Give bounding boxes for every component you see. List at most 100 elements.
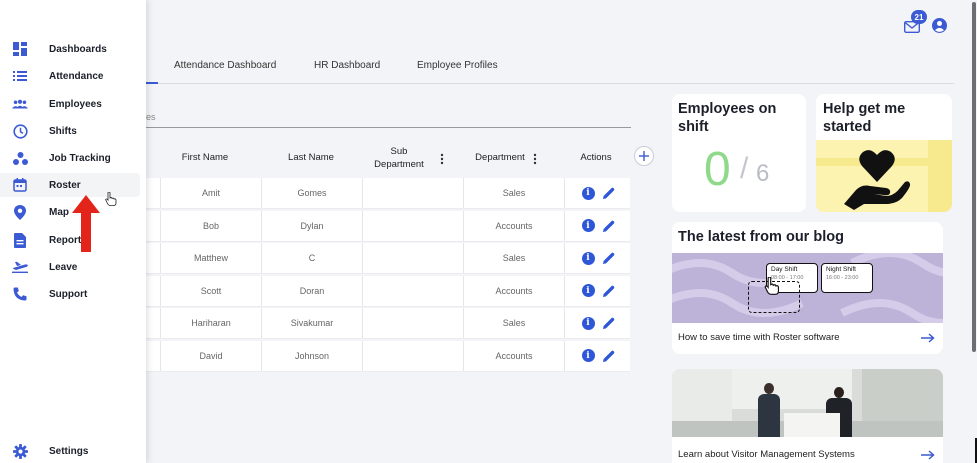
sub-department-cell bbox=[362, 340, 463, 371]
help-get-started-card[interactable]: Help get me started bbox=[816, 94, 952, 212]
info-icon[interactable]: i bbox=[581, 284, 595, 297]
sidebar-item-dashboards[interactable]: Dashboards bbox=[0, 37, 140, 61]
info-icon[interactable]: i bbox=[581, 349, 595, 362]
last-name-cell: Sivakumar bbox=[261, 308, 362, 338]
actions-cell: i bbox=[564, 243, 631, 273]
table-row[interactable]: David Johnson Accounts i bbox=[146, 340, 630, 372]
department-cell: Sales bbox=[463, 178, 564, 208]
heart-in-hand-icon bbox=[844, 150, 911, 210]
total-employees: 6 bbox=[756, 160, 770, 187]
sidebar-item-report[interactable]: Report bbox=[0, 228, 140, 252]
calendar-icon bbox=[12, 177, 28, 193]
info-icon[interactable]: i bbox=[581, 219, 595, 232]
employees-on-shift-title: Employees on shift bbox=[678, 101, 777, 135]
table-row[interactable]: Hariharan Sivakumar Sales i bbox=[146, 308, 630, 339]
blog-post-2-caption[interactable]: Learn about Visitor Management Systems bbox=[678, 449, 855, 460]
department-menu-icon[interactable] bbox=[533, 152, 537, 165]
help-card-title: Help get me started bbox=[823, 101, 906, 135]
scrollbar-track[interactable] bbox=[971, 0, 977, 463]
clock-icon bbox=[12, 123, 28, 139]
edit-pencil-icon[interactable] bbox=[602, 220, 615, 232]
edit-pencil-icon[interactable] bbox=[602, 252, 615, 264]
first-name-cell: Amit bbox=[160, 178, 261, 208]
column-header-sub-department[interactable]: Sub Department bbox=[366, 145, 432, 171]
day-shift-label: Day Shift bbox=[771, 266, 798, 273]
blog-card: The latest from our blog Day Shift 08:00… bbox=[672, 222, 943, 354]
blog-post-1-caption[interactable]: How to save time with Roster software bbox=[678, 332, 840, 343]
sub-department-cell bbox=[362, 210, 463, 241]
info-icon[interactable]: i bbox=[581, 251, 595, 265]
edit-pencil-icon[interactable] bbox=[602, 187, 615, 199]
blog-card-title: The latest from our blog bbox=[678, 229, 844, 245]
info-icon[interactable]: i bbox=[581, 316, 595, 330]
table-row[interactable]: Amit Gomes Sales i bbox=[146, 178, 630, 209]
sidebar-item-attendance[interactable]: Attendance bbox=[0, 64, 140, 88]
drag-hand-icon bbox=[764, 277, 780, 295]
sidebar-item-map[interactable]: Map bbox=[0, 200, 140, 224]
night-shift-label: Night Shift bbox=[826, 266, 856, 273]
user-account-icon[interactable] bbox=[932, 18, 947, 33]
blog-post-1-image[interactable]: Day Shift 08:00 - 17:00 Night Shift 16:0… bbox=[672, 253, 943, 323]
tab-employee-profiles[interactable]: Employee Profiles bbox=[417, 60, 498, 71]
add-column-button[interactable] bbox=[634, 146, 654, 166]
blog-post-2-card[interactable]: Learn about Visitor Management Systems bbox=[672, 369, 943, 463]
settings-label: Settings bbox=[49, 445, 89, 457]
column-header-first-name[interactable]: First Name bbox=[160, 152, 250, 163]
sub-department-cell bbox=[362, 243, 463, 273]
department-cell: Sales bbox=[463, 243, 564, 273]
arrow-right-icon[interactable] bbox=[921, 450, 935, 460]
table-row[interactable]: Matthew C Sales i bbox=[146, 243, 630, 274]
department-cell: Accounts bbox=[463, 210, 564, 241]
department-cell: Sales bbox=[463, 308, 564, 338]
arrow-right-icon[interactable] bbox=[921, 333, 935, 343]
sidebar-item-label: Leave bbox=[49, 261, 78, 273]
last-name-cell: Johnson bbox=[261, 340, 362, 371]
tab-hr-dashboard[interactable]: HR Dashboard bbox=[314, 60, 380, 71]
last-name-cell: Doran bbox=[261, 275, 362, 306]
actions-cell: i bbox=[564, 275, 631, 306]
sidebar-item-label: Roster bbox=[49, 179, 81, 191]
sub-department-cell bbox=[362, 308, 463, 338]
gear-icon bbox=[12, 443, 28, 459]
actions-cell: i bbox=[564, 210, 631, 241]
first-name-cell: Bob bbox=[160, 210, 261, 241]
actions-cell: i bbox=[564, 308, 631, 338]
edit-pencil-icon[interactable] bbox=[602, 350, 615, 362]
column-header-last-name[interactable]: Last Name bbox=[261, 152, 361, 163]
edit-pencil-icon[interactable] bbox=[602, 317, 615, 329]
blog-post-2-image bbox=[672, 369, 943, 437]
scrollbar-thumb[interactable] bbox=[972, 2, 976, 352]
sidebar-item-label: Employees bbox=[49, 98, 102, 110]
tab-divider bbox=[146, 83, 954, 84]
filter-underline bbox=[146, 127, 631, 128]
department-cell: Accounts bbox=[463, 275, 564, 306]
dashboard-icon bbox=[12, 41, 28, 57]
sidebar-item-job-tracking[interactable]: Job Tracking bbox=[0, 146, 140, 170]
column-header-actions: Actions bbox=[580, 152, 612, 163]
sidebar-item-label: Map bbox=[49, 206, 69, 218]
table-row[interactable]: Scott Doran Accounts i bbox=[146, 275, 631, 307]
column-header-department[interactable]: Department bbox=[464, 152, 536, 163]
sidebar-item-roster[interactable]: Roster bbox=[0, 173, 140, 197]
sidebar-item-label: Job Tracking bbox=[49, 152, 111, 164]
list-icon bbox=[12, 68, 28, 84]
help-illustration bbox=[816, 140, 952, 212]
sidebar-item-shifts[interactable]: Shifts bbox=[0, 119, 140, 143]
table-row[interactable]: Bob Dylan Accounts i bbox=[146, 210, 631, 242]
first-name-cell: Matthew bbox=[160, 243, 261, 273]
sidebar-item-label: Shifts bbox=[49, 125, 77, 137]
sidebar-item-leave[interactable]: Leave bbox=[0, 255, 140, 279]
people-icon bbox=[12, 96, 28, 112]
sidebar-item-label: Support bbox=[49, 288, 88, 300]
info-icon[interactable]: i bbox=[581, 186, 595, 200]
sub-department-menu-icon[interactable] bbox=[440, 152, 444, 165]
person-left bbox=[758, 383, 780, 437]
edit-pencil-icon[interactable] bbox=[602, 285, 615, 297]
night-shift-chip: Night Shift 16:00 - 23:00 bbox=[821, 263, 873, 293]
first-name-cell: Scott bbox=[160, 275, 261, 306]
tab-attendance-dashboard[interactable]: Attendance Dashboard bbox=[174, 60, 276, 71]
sidebar-item-support[interactable]: Support bbox=[0, 282, 140, 306]
sidebar-item-settings[interactable]: Settings bbox=[0, 439, 140, 463]
filter-text[interactable]: es bbox=[146, 112, 156, 122]
sidebar-item-employees[interactable]: Employees bbox=[0, 92, 140, 116]
